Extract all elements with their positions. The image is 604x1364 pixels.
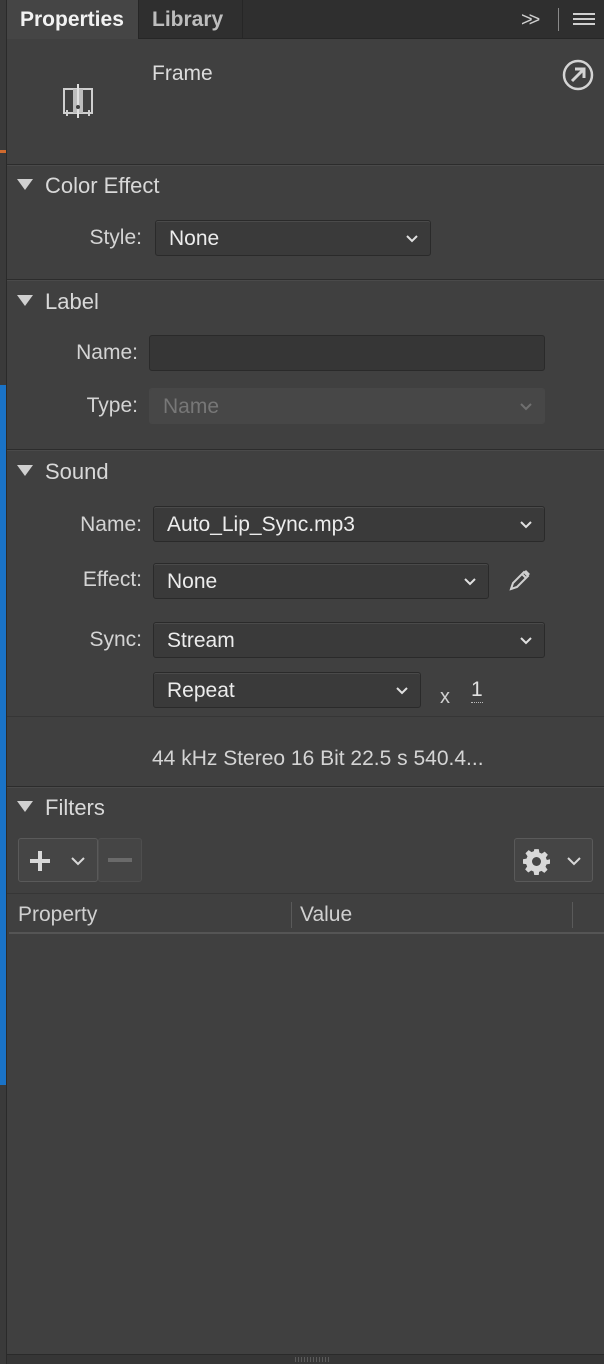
sound-repeat-value: Repeat	[167, 679, 235, 702]
sound-name-value: Auto_Lip_Sync.mp3	[167, 513, 355, 536]
section-divider	[7, 279, 604, 281]
label-type-value: Name	[163, 395, 220, 418]
panel-tab-bar: Properties Library >>	[7, 0, 604, 39]
section-divider	[7, 449, 604, 451]
sound-section-header[interactable]: Sound	[17, 459, 109, 485]
chevron-down-icon	[464, 578, 476, 586]
chevron-down-icon	[396, 687, 408, 695]
style-dropdown[interactable]: None	[155, 220, 431, 256]
label-title: Label	[45, 289, 99, 314]
column-separator[interactable]	[291, 902, 292, 928]
style-value: None	[169, 227, 220, 250]
chevron-down-icon	[520, 521, 532, 529]
plus-icon	[30, 851, 50, 871]
hamburger-menu-icon[interactable]	[573, 13, 595, 27]
label-section-header[interactable]: Label	[17, 289, 99, 315]
label-type-label: Type:	[86, 394, 138, 417]
sound-info-divider	[7, 716, 604, 717]
add-filter-button[interactable]	[18, 838, 98, 882]
edge-accent-orange	[0, 150, 6, 153]
pencil-icon[interactable]	[507, 567, 533, 593]
filters-grid-header: Property Value	[9, 898, 604, 934]
minus-icon	[108, 858, 132, 862]
filters-section-header[interactable]: Filters	[17, 795, 105, 821]
style-label: Style:	[89, 226, 142, 249]
label-name-label: Name:	[76, 341, 138, 364]
chevron-down-icon	[406, 235, 418, 243]
sound-title: Sound	[45, 459, 109, 484]
label-name-input[interactable]	[149, 335, 545, 371]
tab-bar-separator	[558, 8, 559, 31]
collapse-triangle-icon	[17, 801, 33, 812]
underlying-window-edge	[0, 0, 7, 1364]
chevron-down-icon	[520, 637, 532, 645]
chevron-down-icon	[567, 857, 581, 866]
frame-icon	[63, 84, 93, 118]
column-property[interactable]: Property	[18, 903, 97, 927]
sound-sync-label: Sync:	[89, 628, 142, 651]
sound-effect-value: None	[167, 570, 218, 593]
filters-toolbar-divider	[7, 893, 604, 894]
collapse-triangle-icon	[17, 465, 33, 476]
filter-options-button[interactable]	[514, 838, 593, 882]
tab-properties[interactable]: Properties	[7, 0, 139, 39]
remove-filter-button[interactable]	[98, 838, 142, 882]
column-separator[interactable]	[572, 902, 573, 928]
filters-title: Filters	[45, 795, 105, 820]
sound-sync-value: Stream	[167, 629, 235, 652]
collapse-triangle-icon	[17, 179, 33, 190]
chevron-down-icon	[520, 403, 532, 411]
collapse-triangle-icon	[17, 295, 33, 306]
tab-library[interactable]: Library	[139, 0, 243, 39]
section-divider	[7, 164, 604, 166]
label-type-dropdown: Name	[149, 388, 545, 424]
chevron-down-icon	[71, 857, 85, 866]
sound-sync-dropdown[interactable]: Stream	[153, 622, 545, 658]
color-effect-title: Color Effect	[45, 173, 160, 198]
edge-accent-blue	[0, 385, 6, 1085]
sound-name-dropdown[interactable]: Auto_Lip_Sync.mp3	[153, 506, 545, 542]
panel-title: Frame	[152, 62, 213, 85]
section-divider	[7, 786, 604, 788]
expand-panels-button[interactable]: >>	[521, 0, 540, 40]
goto-arrow-icon[interactable]	[561, 58, 595, 92]
color-effect-section-header[interactable]: Color Effect	[17, 173, 160, 199]
repeat-count-field[interactable]: 1	[471, 678, 483, 703]
filters-grid-body[interactable]	[9, 936, 604, 1354]
column-value[interactable]: Value	[300, 903, 352, 927]
sound-info-text: 44 kHz Stereo 16 Bit 22.5 s 540.4...	[152, 747, 484, 770]
sound-effect-dropdown[interactable]: None	[153, 563, 489, 599]
repeat-times-symbol: x	[440, 686, 450, 708]
gear-icon	[523, 849, 550, 875]
panel-bottom-bar	[7, 1354, 604, 1364]
resize-grip[interactable]	[295, 1357, 331, 1362]
sound-name-label: Name:	[80, 513, 142, 536]
sound-effect-label: Effect:	[82, 568, 142, 591]
sound-repeat-dropdown[interactable]: Repeat	[153, 672, 421, 708]
